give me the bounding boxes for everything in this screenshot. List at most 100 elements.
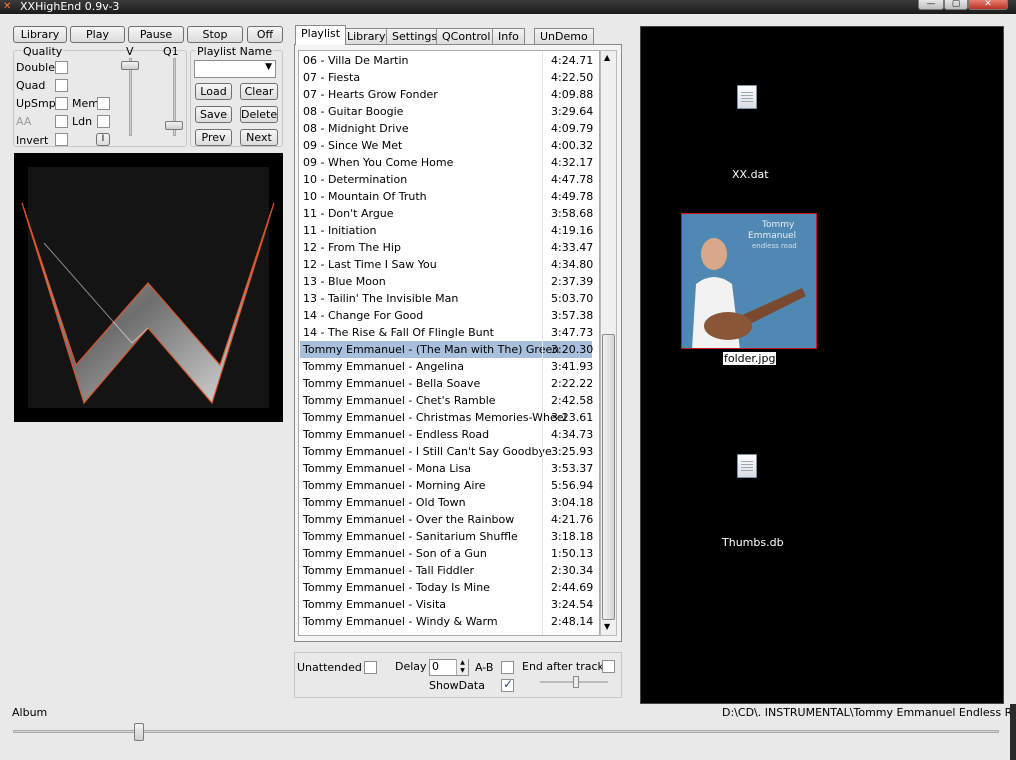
playlist-row[interactable]: Tommy Emmanuel - Bella Soave 2:22.22 — [300, 375, 593, 392]
playlist-list[interactable]: 06 - Villa De Martin 4:24.71 07 - Fiesta 4:… — [298, 50, 600, 636]
folder-view[interactable] — [640, 26, 1004, 704]
file-name-folder-jpg[interactable]: folder.jpg — [723, 352, 777, 365]
playlist-row[interactable]: Tommy Emmanuel - Over the Rainbow 4:21.76 — [300, 511, 594, 528]
double-label: Double — [16, 61, 55, 74]
playlist-row[interactable]: 12 - Last Time I Saw You 4:34.80 — [300, 256, 594, 273]
stepper-down-icon[interactable]: ▼ — [456, 667, 468, 675]
end-after-track-checkbox[interactable] — [602, 660, 615, 673]
tab-settings[interactable]: Settings — [386, 28, 444, 44]
playlist-name-label: Playlist Name — [196, 45, 274, 58]
track-duration: 4:21.76 — [551, 513, 594, 526]
playlist-row[interactable]: Tommy Emmanuel - Endless Road 4:34.73 — [300, 426, 593, 443]
ab-checkbox[interactable] — [501, 661, 514, 674]
mini-slider-thumb[interactable] — [573, 676, 579, 688]
playlist-row[interactable]: 14 - Change For Good 3:57.38 — [300, 307, 594, 324]
ldn-checkbox[interactable] — [97, 115, 110, 128]
file-name-thumbs-db[interactable]: Thumbs.db — [722, 536, 784, 549]
playlist-row[interactable]: 10 - Determination 4:47.78 — [300, 171, 593, 188]
playlist-row[interactable]: 13 - Tailin' The Invisible Man 5:03.70 — [300, 290, 593, 307]
title-bar: ✕ XXHighEnd 0.9v-3 — ▢ ✕ — [0, 0, 1016, 14]
album-art — [14, 153, 283, 422]
ldn-label: Ldn — [72, 115, 93, 128]
maximize-button[interactable]: ▢ — [944, 0, 968, 10]
playlist-row[interactable]: 09 - Since We Met 4:00.32 — [300, 137, 593, 154]
playlist-row[interactable]: Tommy Emmanuel - Chet's Ramble 2:42.58 — [300, 392, 593, 409]
invert-checkbox[interactable] — [55, 133, 68, 146]
prev-button[interactable]: Prev — [195, 129, 232, 146]
quad-checkbox[interactable] — [55, 79, 68, 92]
file-name-xx-dat[interactable]: XX.dat — [732, 168, 769, 181]
album-thumbnail[interactable]: Tommy Emmanuel endless road — [681, 213, 817, 349]
scroll-up-icon[interactable]: ▲ — [604, 53, 610, 62]
playlist-name-dropdown[interactable]: ▼ — [194, 60, 276, 78]
database-icon[interactable] — [737, 454, 757, 478]
track-title: Tommy Emmanuel - Endless Road — [303, 428, 490, 441]
document-icon[interactable] — [737, 85, 757, 109]
delete-button[interactable]: Delete — [240, 106, 278, 123]
playlist-row[interactable]: 07 - Hearts Grow Fonder 4:09.88 — [300, 86, 593, 103]
aa-checkbox[interactable] — [55, 115, 68, 128]
pause-button[interactable]: Pause — [128, 26, 184, 43]
track-title: 11 - Initiation — [303, 224, 377, 237]
stepper-up-icon[interactable]: ▲ — [456, 659, 468, 667]
scroll-down-icon[interactable]: ▼ — [604, 622, 610, 631]
v-slider-thumb[interactable] — [121, 61, 139, 70]
play-button[interactable]: Play — [70, 26, 125, 43]
playlist-row[interactable]: 12 - From The Hip 4:33.47 — [300, 239, 593, 256]
tab-qcontrol[interactable]: QControl — [436, 28, 497, 44]
playlist-row[interactable]: Tommy Emmanuel - Windy & Warm 2:48.14 — [300, 613, 593, 630]
info-small-button[interactable]: I — [96, 133, 110, 146]
playlist-row[interactable]: Tommy Emmanuel - Morning Aire 5:56.94 — [300, 477, 593, 494]
track-duration: 4:24.71 — [551, 54, 594, 67]
playlist-row[interactable]: Tommy Emmanuel - (The Man with The) Gree… — [300, 341, 593, 358]
playlist-row[interactable]: 13 - Blue Moon 2:37.39 — [300, 273, 593, 290]
playlist-row[interactable]: 07 - Fiesta 4:22.50 — [300, 69, 593, 86]
tab-library[interactable]: Library — [341, 28, 392, 44]
track-duration: 3:47.73 — [551, 326, 594, 339]
album-slider-thumb[interactable] — [134, 723, 144, 741]
playlist-row[interactable]: 09 - When You Come Home 4:32.17 — [300, 154, 593, 171]
playlist-row[interactable]: Tommy Emmanuel - Mona Lisa 3:53.37 — [300, 460, 593, 477]
tab-undemo[interactable]: UnDemo — [534, 28, 594, 44]
track-title: 09 - Since We Met — [303, 139, 403, 152]
playlist-row[interactable]: 10 - Mountain Of Truth 4:49.78 — [300, 188, 593, 205]
stop-button[interactable]: Stop — [187, 26, 243, 43]
scrollbar-thumb[interactable] — [602, 334, 615, 620]
upsmp-checkbox[interactable] — [55, 97, 68, 110]
playlist-row[interactable]: 08 - Guitar Boogie 3:29.64 — [300, 103, 593, 120]
playlist-row[interactable]: Tommy Emmanuel - Visita 3:24.54 — [300, 596, 593, 613]
q1-slider-thumb[interactable] — [165, 121, 183, 130]
double-checkbox[interactable] — [55, 61, 68, 74]
load-button[interactable]: Load — [195, 83, 232, 100]
tab-info[interactable]: Info — [492, 28, 525, 44]
track-duration: 4:34.80 — [551, 258, 594, 271]
library-button[interactable]: Library — [13, 26, 67, 43]
playlist-row[interactable]: 06 - Villa De Martin 4:24.71 — [300, 52, 594, 69]
playlist-row[interactable]: Tommy Emmanuel - Sanitarium Shuffle 3:18.… — [300, 528, 593, 545]
playlist-row[interactable]: 14 - The Rise & Fall Of Flingle Bunt 3:47… — [300, 324, 594, 341]
minimize-button[interactable]: — — [918, 0, 944, 10]
unattended-checkbox[interactable] — [364, 661, 377, 674]
playlist-row[interactable]: 11 - Initiation 4:19.16 — [300, 222, 593, 239]
showdata-checkbox[interactable] — [501, 677, 514, 692]
off-button[interactable]: Off — [247, 26, 283, 43]
track-duration: 3:57.38 — [551, 309, 594, 322]
playlist-row[interactable]: Tommy Emmanuel - Tall Fiddler 2:30.34 — [300, 562, 593, 579]
playlist-row[interactable]: Tommy Emmanuel - Son of a Gun 1:50.13 — [300, 545, 593, 562]
clear-button[interactable]: Clear — [240, 83, 278, 100]
playlist-row[interactable]: Tommy Emmanuel - Christmas Memories-Whee… — [300, 409, 593, 426]
next-button[interactable]: Next — [240, 129, 278, 146]
tab-playlist[interactable]: Playlist — [295, 25, 347, 45]
playlist-row[interactable]: 08 - Midnight Drive 4:09.79 — [300, 120, 593, 137]
playlist-row[interactable]: Tommy Emmanuel - I Still Can't Say Goodb… — [300, 443, 593, 460]
delay-stepper[interactable]: 0 ▲ ▼ — [429, 659, 469, 676]
unattended-label: Unattended — [297, 661, 362, 674]
mem-checkbox[interactable] — [97, 97, 110, 110]
playlist-row[interactable]: Tommy Emmanuel - Old Town 3:04.18 — [300, 494, 593, 511]
playlist-scrollbar[interactable]: ▲ ▼ — [600, 50, 617, 636]
playlist-row[interactable]: 11 - Don't Argue 3:58.68 — [300, 205, 593, 222]
playlist-row[interactable]: Tommy Emmanuel - Angelina 3:41.93 — [300, 358, 593, 375]
close-button[interactable]: ✕ — [968, 0, 1008, 10]
playlist-row[interactable]: Tommy Emmanuel - Today Is Mine 2:44.69 — [300, 579, 593, 596]
save-button[interactable]: Save — [195, 106, 232, 123]
